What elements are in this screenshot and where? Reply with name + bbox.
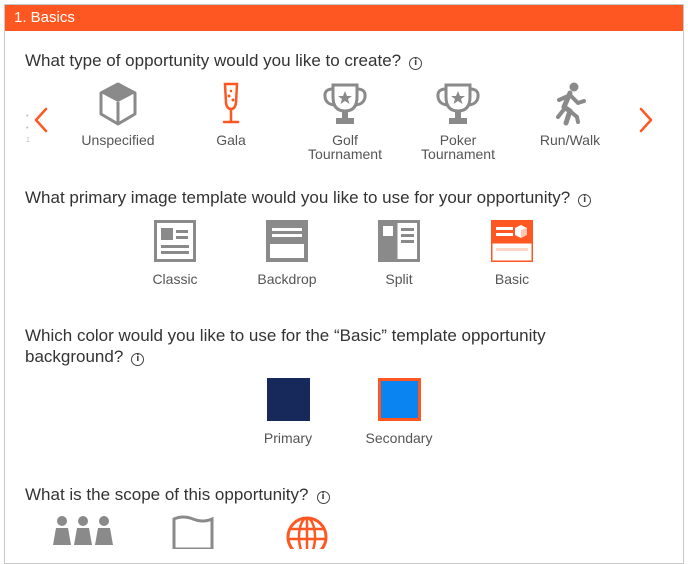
type-option-label-line1: Golf (332, 132, 358, 148)
backdrop-template-icon (266, 220, 308, 262)
type-option-label: Unspecified (81, 132, 155, 148)
color-option-secondary[interactable]: Secondary (359, 378, 439, 446)
carousel-dots: • • 1 (26, 113, 30, 144)
info-icon[interactable]: i (409, 57, 423, 70)
split-template-icon (378, 220, 420, 262)
type-option-label: Run/Walk (539, 132, 601, 148)
template-option-label: Split (385, 271, 413, 287)
type-option-label-line1: Poker (439, 132, 477, 148)
image-template-question-text: What primary image template would you li… (25, 188, 571, 207)
color-option-label: Primary (263, 430, 313, 446)
info-icon[interactable]: i (578, 194, 592, 207)
basics-panel: 1. Basics What type of opportunity would… (4, 4, 684, 564)
type-option-gala[interactable]: Gala (196, 81, 266, 147)
carousel-next-arrow-icon[interactable] (638, 107, 654, 133)
color-option-label: Secondary (365, 430, 433, 446)
globe-icon[interactable] (285, 515, 329, 549)
color-option-primary[interactable]: Primary (248, 378, 328, 446)
type-option-unspecified[interactable]: Unspecified (73, 81, 163, 147)
runner-icon (556, 82, 586, 126)
image-template-question: What primary image template would you li… (25, 187, 592, 208)
template-option-split[interactable]: Split (364, 220, 434, 287)
cube-icon (99, 82, 137, 126)
info-icon[interactable]: i (316, 491, 330, 504)
secondary-color-swatch (377, 378, 421, 421)
template-option-backdrop[interactable]: Backdrop (252, 220, 322, 287)
background-color-question: Which color would you like to use for th… (25, 325, 546, 367)
template-option-label: Basic (494, 271, 530, 287)
background-color-question-line1: Which color would you like to use for th… (25, 326, 546, 345)
basic-template-icon (491, 220, 533, 262)
type-option-label-line2: Tournament (308, 146, 382, 162)
template-option-label: Backdrop (257, 271, 317, 287)
classic-template-icon (154, 220, 196, 262)
scope-question: What is the scope of this opportunity? i (25, 484, 330, 505)
section-header: 1. Basics (5, 5, 683, 31)
type-option-golf-tournament[interactable]: Golf Tournament (295, 81, 395, 161)
champagne-glass-icon (222, 82, 240, 124)
template-option-basic[interactable]: Basic (477, 220, 547, 287)
background-color-question-line2: background? (25, 347, 124, 366)
group-icon[interactable] (50, 515, 116, 549)
template-option-label: Classic (152, 271, 198, 287)
opportunity-type-question-text: What type of opportunity would you like … (25, 51, 402, 70)
trophy-icon (436, 83, 480, 124)
carousel-prev-arrow-icon[interactable] (33, 107, 49, 133)
flag-icon[interactable] (171, 515, 215, 549)
type-option-label: Gala (216, 132, 246, 148)
primary-color-swatch (266, 378, 310, 421)
type-option-run-walk[interactable]: Run/Walk (530, 81, 610, 147)
template-option-classic[interactable]: Classic (140, 220, 210, 287)
info-icon[interactable]: i (131, 353, 145, 366)
type-option-poker-tournament[interactable]: Poker Tournament (408, 81, 508, 161)
type-option-label-line2: Tournament (421, 146, 495, 162)
scope-question-text: What is the scope of this opportunity? (25, 485, 309, 504)
trophy-icon (323, 83, 367, 124)
opportunity-type-question: What type of opportunity would you like … (25, 50, 423, 71)
